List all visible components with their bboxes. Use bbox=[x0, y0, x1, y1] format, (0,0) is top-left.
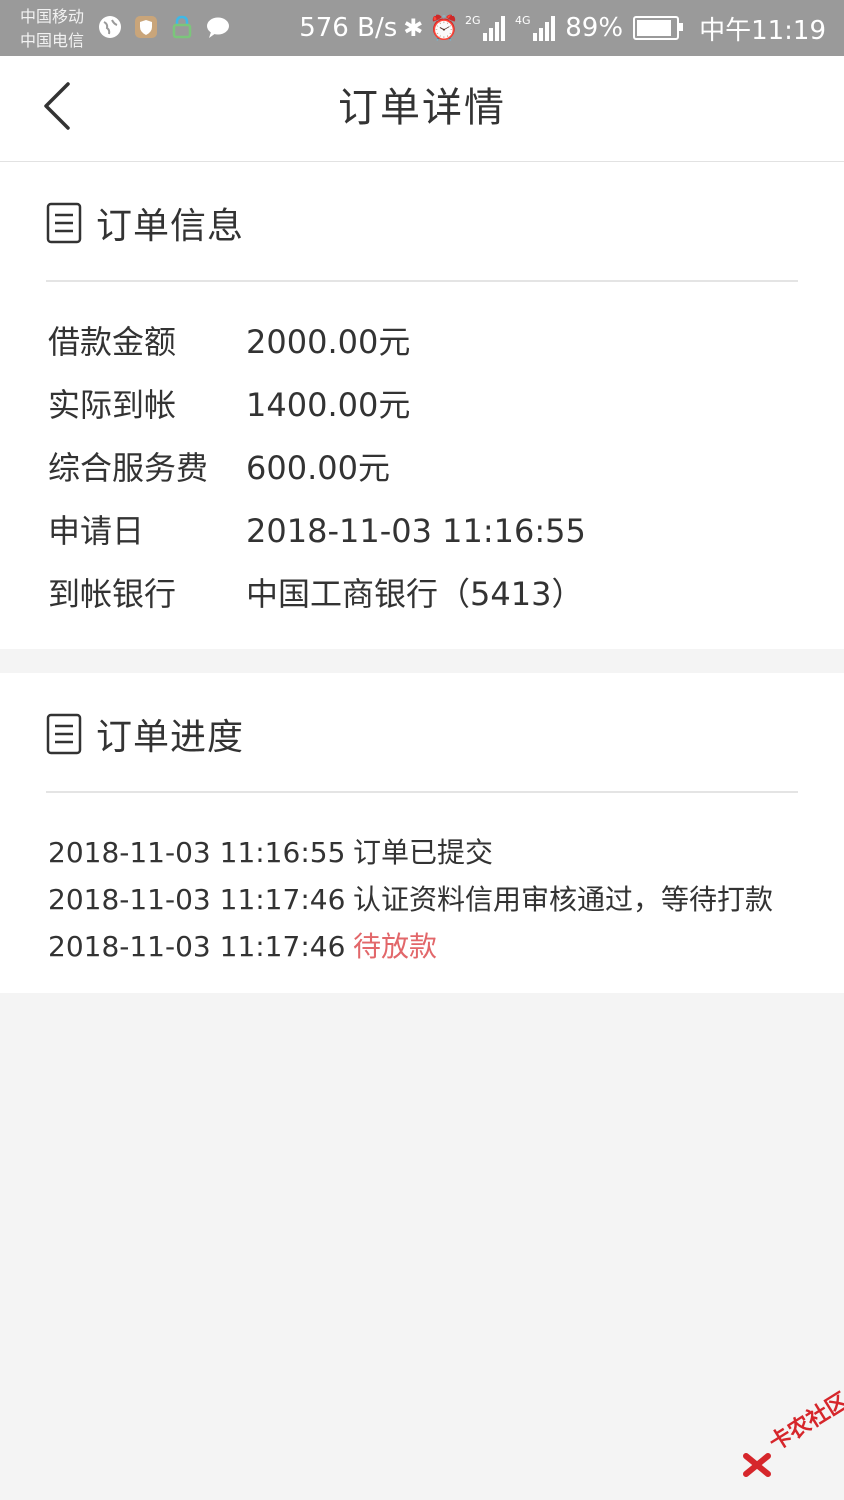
status-indicators: 576 B/s ✱ ⏰ 2G 4G 89% 中午11:19 bbox=[299, 0, 826, 56]
signal-4g-icon: 4G bbox=[515, 14, 556, 41]
progress-time: 2018-11-03 11:17:46 bbox=[48, 930, 346, 963]
net-type-2: 4G bbox=[515, 14, 531, 27]
info-label: 申请日 bbox=[48, 512, 145, 550]
divider bbox=[46, 280, 798, 282]
progress-row: 2018-11-03 11:17:46 认证资料信用审核通过，等待打款 bbox=[48, 882, 773, 918]
progress-status: 订单已提交 bbox=[353, 836, 494, 869]
progress-time: 2018-11-03 11:16:55 bbox=[48, 836, 346, 869]
notification-icons bbox=[97, 14, 231, 40]
info-row-loan-amount: 借款金额 2000.00元 bbox=[48, 322, 410, 362]
clock: 中午11:19 bbox=[699, 15, 826, 46]
watermark-logo: 卡农社区 bbox=[742, 1388, 844, 1480]
progress-row: 2018-11-03 11:17:46 待放款 bbox=[48, 929, 437, 965]
watermark-mark-icon bbox=[743, 1453, 771, 1477]
shield-app-icon bbox=[135, 16, 157, 38]
carrier-2: 中国电信 bbox=[20, 31, 85, 50]
globe-icon bbox=[99, 16, 121, 38]
info-value: 2000.00元 bbox=[246, 323, 411, 361]
order-info-card: 订单信息 借款金额 2000.00元 实际到帐 1400.00元 综合服务费 600.… bbox=[0, 162, 844, 649]
order-info-header: 订单信息 bbox=[46, 200, 245, 247]
info-label: 综合服务费 bbox=[48, 449, 209, 487]
carrier-1: 中国移动 bbox=[20, 7, 85, 26]
net-speed: 576 B/s bbox=[299, 13, 398, 43]
order-progress-header: 订单进度 bbox=[46, 711, 245, 758]
battery-percent: 89% bbox=[565, 13, 624, 43]
order-info-title: 订单信息 bbox=[96, 206, 245, 247]
info-row-bank: 到帐银行 中国工商银行（5413） bbox=[48, 574, 583, 614]
progress-status-pending: 待放款 bbox=[353, 930, 438, 963]
order-progress-title: 订单进度 bbox=[96, 717, 245, 758]
status-bar: 中国移动 中国电信 576 B/s ✱ ⏰ 2G 4G 89% 中午11:19 bbox=[0, 0, 844, 56]
info-row-apply-date: 申请日 2018-11-03 11:16:55 bbox=[48, 511, 586, 551]
info-label: 到帐银行 bbox=[48, 575, 177, 613]
info-row-service-fee: 综合服务费 600.00元 bbox=[48, 448, 390, 488]
net-type-1: 2G bbox=[465, 14, 481, 27]
info-value: 1400.00元 bbox=[246, 386, 411, 424]
document-icon bbox=[46, 713, 82, 755]
progress-time: 2018-11-03 11:17:46 bbox=[48, 883, 346, 916]
info-label: 实际到帐 bbox=[48, 386, 177, 424]
page-title: 订单详情 bbox=[338, 85, 506, 131]
progress-row: 2018-11-03 11:16:55 订单已提交 bbox=[48, 835, 493, 871]
alarm-icon: ⏰ bbox=[429, 14, 460, 42]
bluetooth-icon: ✱ bbox=[403, 14, 424, 42]
carrier-names: 中国移动 中国电信 bbox=[20, 5, 84, 53]
battery-fill bbox=[637, 20, 671, 36]
info-value: 600.00元 bbox=[246, 449, 390, 487]
document-icon bbox=[46, 202, 82, 244]
signal-2g-icon: 2G bbox=[465, 14, 506, 41]
battery-icon bbox=[633, 16, 684, 40]
chat-icon bbox=[207, 17, 229, 38]
divider bbox=[46, 791, 798, 793]
lock-app-icon bbox=[172, 15, 192, 39]
nav-header: 订单详情 bbox=[0, 56, 844, 162]
info-value: 中国工商银行（5413） bbox=[246, 575, 584, 613]
info-value: 2018-11-03 11:16:55 bbox=[246, 512, 586, 550]
watermark-text: 卡农社区 bbox=[765, 1388, 844, 1457]
info-row-actual-received: 实际到帐 1400.00元 bbox=[48, 385, 410, 425]
order-progress-card: 订单进度 2018-11-03 11:16:55 订单已提交 2018-11-03… bbox=[0, 673, 844, 993]
info-label: 借款金额 bbox=[48, 323, 177, 361]
progress-status: 认证资料信用审核通过，等待打款 bbox=[353, 883, 774, 916]
